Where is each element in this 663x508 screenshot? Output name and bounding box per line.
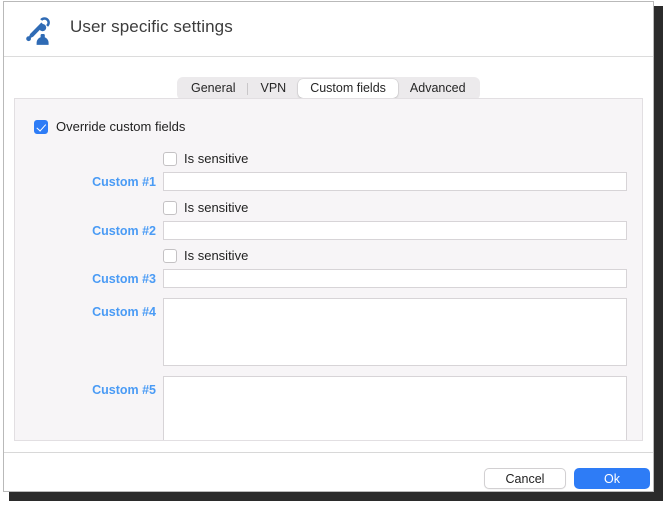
is-sensitive-label-2: Is sensitive xyxy=(184,200,249,215)
is-sensitive-label-1: Is sensitive xyxy=(184,151,249,166)
tab-general[interactable]: General xyxy=(179,79,247,98)
user-key-icon xyxy=(23,15,57,47)
override-custom-fields-label: Override custom fields xyxy=(56,119,186,134)
is-sensitive-checkbox-1[interactable] xyxy=(163,151,177,166)
tab-advanced[interactable]: Advanced xyxy=(398,79,478,98)
window-titlebar: User specific settings xyxy=(4,2,653,57)
window-shadow-bottom xyxy=(9,492,663,501)
is-sensitive-row-3[interactable]: Is sensitive xyxy=(163,248,248,263)
ok-button[interactable]: Ok xyxy=(574,468,650,489)
override-custom-fields-row[interactable]: Override custom fields xyxy=(34,119,185,134)
custom-fields-panel: Override custom fields Is sensitive Cust… xyxy=(14,98,643,441)
is-sensitive-checkbox-3[interactable] xyxy=(163,248,177,263)
dialog-footer: Cancel Ok xyxy=(4,452,653,491)
custom-field-input-1[interactable] xyxy=(163,172,627,191)
is-sensitive-row-1[interactable]: Is sensitive xyxy=(163,151,248,166)
tab-custom-fields[interactable]: Custom fields xyxy=(298,79,398,98)
custom-field-label-4[interactable]: Custom #4 xyxy=(15,305,156,319)
custom-field-label-2[interactable]: Custom #2 xyxy=(15,224,156,238)
cancel-button[interactable]: Cancel xyxy=(484,468,566,489)
tab-vpn[interactable]: VPN xyxy=(248,79,298,98)
is-sensitive-label-3: Is sensitive xyxy=(184,248,249,263)
is-sensitive-row-2[interactable]: Is sensitive xyxy=(163,200,248,215)
override-custom-fields-checkbox[interactable] xyxy=(34,119,48,134)
custom-field-label-3[interactable]: Custom #3 xyxy=(15,272,156,286)
tab-bar: General VPN Custom fields Advanced xyxy=(177,77,480,100)
custom-field-input-3[interactable] xyxy=(163,269,627,288)
custom-field-input-5[interactable] xyxy=(163,376,627,440)
custom-field-label-5[interactable]: Custom #5 xyxy=(15,383,156,397)
custom-field-input-2[interactable] xyxy=(163,221,627,240)
custom-field-label-1[interactable]: Custom #1 xyxy=(15,175,156,189)
page-title: User specific settings xyxy=(70,17,233,36)
is-sensitive-checkbox-2[interactable] xyxy=(163,200,177,215)
window-shadow-right xyxy=(654,6,663,498)
settings-window: User specific settings General VPN Custo… xyxy=(3,1,654,492)
custom-field-input-4[interactable] xyxy=(163,298,627,366)
